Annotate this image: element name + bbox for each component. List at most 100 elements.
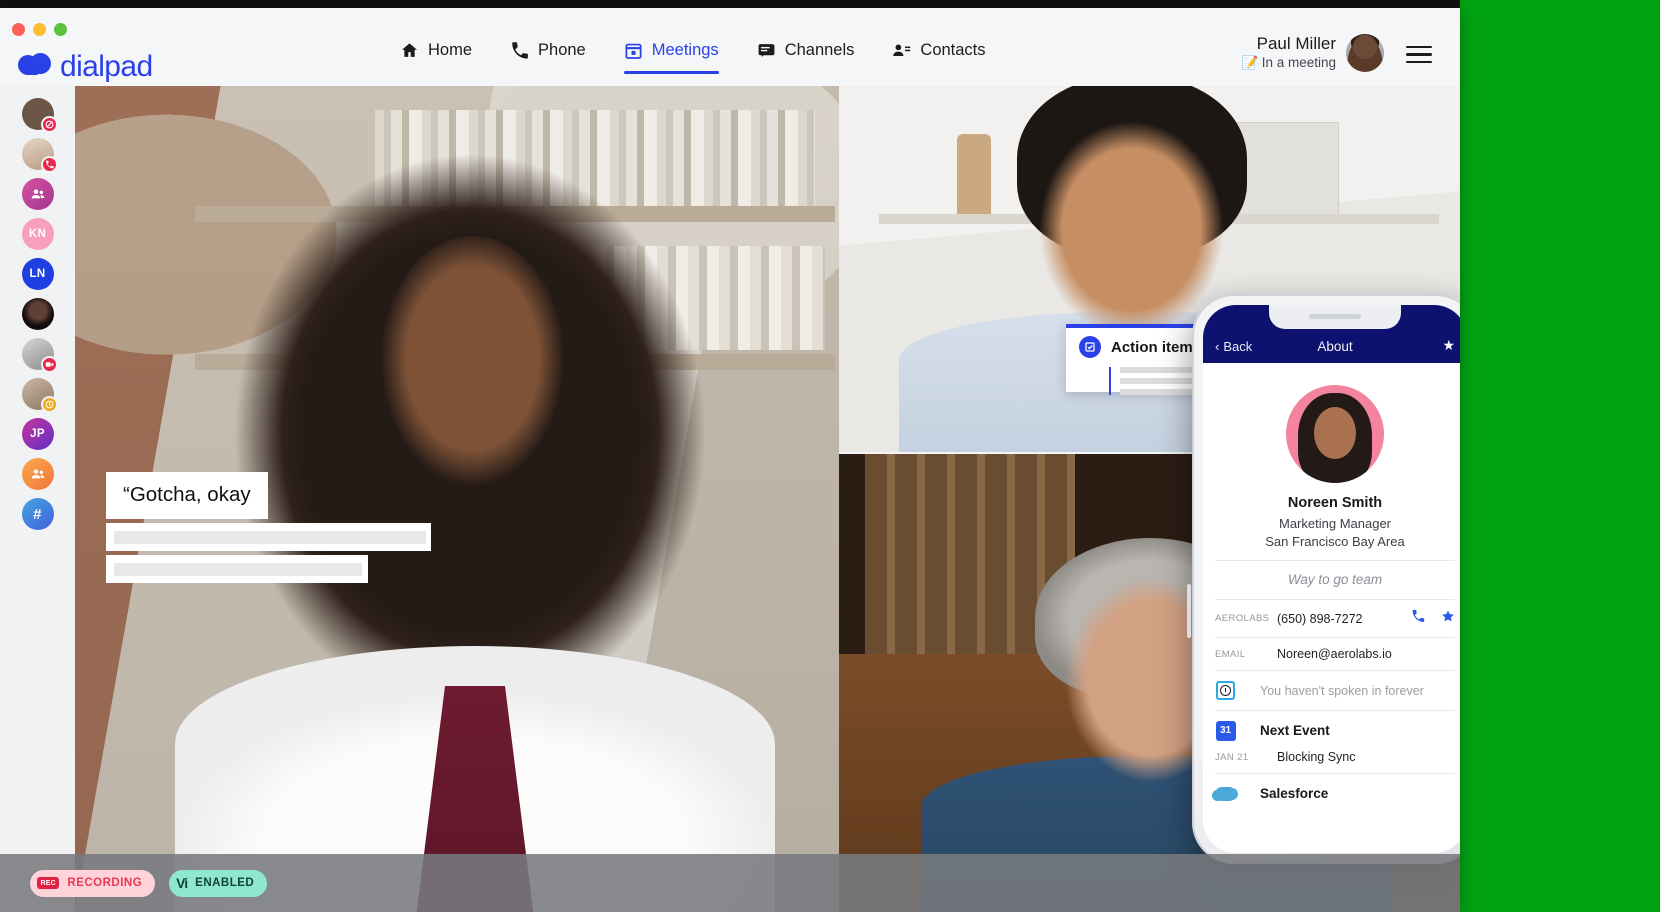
main-nav[interactable]: Home Phone Meetings Channels Contacts <box>400 41 986 74</box>
user-info: Paul Miller 📝 In a meeting <box>1242 34 1336 72</box>
phone-header: ‹ Back About ★ <box>1203 305 1460 363</box>
chat-icon <box>757 41 776 60</box>
nav-label-phone: Phone <box>538 41 586 59</box>
contacts-icon <box>892 41 911 60</box>
window-controls[interactable] <box>12 23 67 36</box>
rail-item-channel-hash[interactable]: # <box>21 498 54 530</box>
clock-icon <box>1215 680 1236 701</box>
nav-label-channels: Channels <box>784 41 855 59</box>
rail-item-avatar-video[interactable] <box>21 338 58 373</box>
rail-item-contact-ln[interactable]: LN <box>21 258 54 290</box>
menu-icon[interactable] <box>1406 46 1432 64</box>
recording-label: RECORDING <box>67 877 143 889</box>
star-icon[interactable]: ★ <box>1442 337 1455 354</box>
contact-recency-row: You haven't spoken in forever <box>1203 671 1460 710</box>
next-event-row[interactable]: 31 Next Event <box>1203 711 1460 750</box>
vi-logo-icon: Vi <box>176 875 188 891</box>
live-captions: “Gotcha, okay <box>106 472 466 583</box>
contact-name: Noreen Smith <box>1287 495 1383 511</box>
rail-item-avatar-dnd[interactable] <box>21 98 58 133</box>
contact-location: San Francisco Bay Area <box>1265 534 1405 549</box>
rail-item-avatar-snooze[interactable] <box>21 378 58 413</box>
contact-phone-value: (650) 898-7272 <box>1277 611 1363 626</box>
status-emoji-icon: 📝 <box>1241 55 1259 70</box>
nav-label-meetings: Meetings <box>651 41 719 59</box>
phone-icon <box>510 41 529 60</box>
nav-label-home: Home <box>428 41 473 59</box>
nav-item-home[interactable]: Home <box>400 41 472 74</box>
close-window-button[interactable] <box>12 23 25 36</box>
contact-phone-actions[interactable] <box>1411 609 1455 628</box>
user-status-label: In a meeting <box>1261 55 1336 70</box>
clock-icon <box>40 396 58 413</box>
phone-page-title: About <box>1317 339 1353 354</box>
user-status: 📝 In a meeting <box>1242 54 1336 72</box>
contact-tagline: Way to go team <box>1287 572 1383 587</box>
recording-badge[interactable]: REC RECORDING <box>30 869 156 897</box>
minimize-window-button[interactable] <box>33 23 46 36</box>
integration-title: Salesforce <box>1260 786 1329 801</box>
contact-email-value: Noreen@aerolabs.io <box>1277 647 1392 661</box>
rec-chip-icon: REC <box>37 877 60 889</box>
action-item-title: Action item <box>1111 338 1193 356</box>
phone-body: Noreen Smith Marketing Manager San Franc… <box>1203 385 1460 813</box>
star-icon[interactable] <box>1441 609 1455 628</box>
decor-figurine <box>957 134 991 216</box>
contact-phone-label: AEROLABS <box>1215 613 1270 624</box>
dialpad-logo[interactable]: dialpad <box>18 50 153 84</box>
title-bar: dialpad Home Phone Meetings Channels Con… <box>0 8 1460 86</box>
phone-mockup: ‹ Back About ★ Noreen Smith Marketing Ma… <box>1187 294 1460 864</box>
rail-item-contact-jp[interactable]: JP <box>21 418 54 450</box>
rail-item-avatar-oncall[interactable] <box>21 138 58 173</box>
user-menu[interactable]: Paul Miller 📝 In a meeting <box>1242 34 1384 72</box>
nav-item-phone[interactable]: Phone <box>510 41 586 74</box>
calendar-icon: 31 <box>1215 720 1236 741</box>
caption-placeholder-line <box>106 555 368 583</box>
contact-role: Marketing Manager <box>1279 516 1391 531</box>
avatar[interactable] <box>1346 34 1384 72</box>
checkbox-icon <box>1079 336 1101 358</box>
next-event-title: Next Event <box>1260 723 1330 738</box>
app-window: dialpad Home Phone Meetings Channels Con… <box>0 8 1460 912</box>
group-icon <box>31 469 44 479</box>
video-tile-main-speaker[interactable]: “Gotcha, okay <box>75 86 839 912</box>
maximize-window-button[interactable] <box>54 23 67 36</box>
nav-item-meetings[interactable]: Meetings <box>623 41 719 74</box>
participant-face <box>380 236 565 491</box>
do-not-disturb-icon <box>40 116 58 133</box>
phone-icon[interactable] <box>1411 609 1425 628</box>
rail-item-avatar-dark[interactable] <box>21 298 54 330</box>
next-event-date: JAN 21 <box>1215 751 1249 763</box>
rail-item-group-pink[interactable] <box>21 178 54 210</box>
nav-label-contacts: Contacts <box>920 41 986 59</box>
nav-item-contacts[interactable]: Contacts <box>892 41 986 74</box>
contact-email-label: EMAIL <box>1215 648 1246 660</box>
vi-badge[interactable]: Vi ENABLED <box>169 869 268 897</box>
salesforce-icon <box>1212 783 1238 804</box>
vi-label: ENABLED <box>195 877 255 889</box>
calendar-icon <box>624 41 643 60</box>
green-background <box>1460 0 1660 912</box>
phone-screen: ‹ Back About ★ Noreen Smith Marketing Ma… <box>1203 305 1460 853</box>
contact-phone-row[interactable]: AEROLABS (650) 898-7272 <box>1203 600 1460 637</box>
caption-text: “Gotcha, okay <box>106 472 268 519</box>
meeting-bottom-bar: REC RECORDING Vi ENABLED <box>0 854 1460 912</box>
integration-row[interactable]: Salesforce <box>1203 774 1460 813</box>
user-name: Paul Miller <box>1256 34 1336 53</box>
contact-email-row[interactable]: EMAIL Noreen@aerolabs.io <box>1203 638 1460 670</box>
rail-item-contact-kn[interactable]: KN <box>21 218 54 250</box>
dialpad-logo-text: dialpad <box>60 50 153 83</box>
nav-item-channels[interactable]: Channels <box>757 41 855 74</box>
phone-speaker <box>1309 314 1361 319</box>
dialpad-logo-icon <box>18 53 52 81</box>
next-event-detail-row[interactable]: JAN 21 Blocking Sync <box>1203 750 1460 773</box>
video-icon <box>40 356 58 373</box>
rail-item-group-orange[interactable] <box>21 458 54 490</box>
contacts-rail[interactable]: KN LN JP # <box>0 86 75 912</box>
contact-avatar <box>1286 385 1384 483</box>
calendar-day-number: 31 <box>1215 720 1236 741</box>
next-event-name: Blocking Sync <box>1277 750 1356 764</box>
home-icon <box>400 41 419 60</box>
phone-icon <box>40 156 58 173</box>
caption-placeholder-line <box>106 523 431 551</box>
